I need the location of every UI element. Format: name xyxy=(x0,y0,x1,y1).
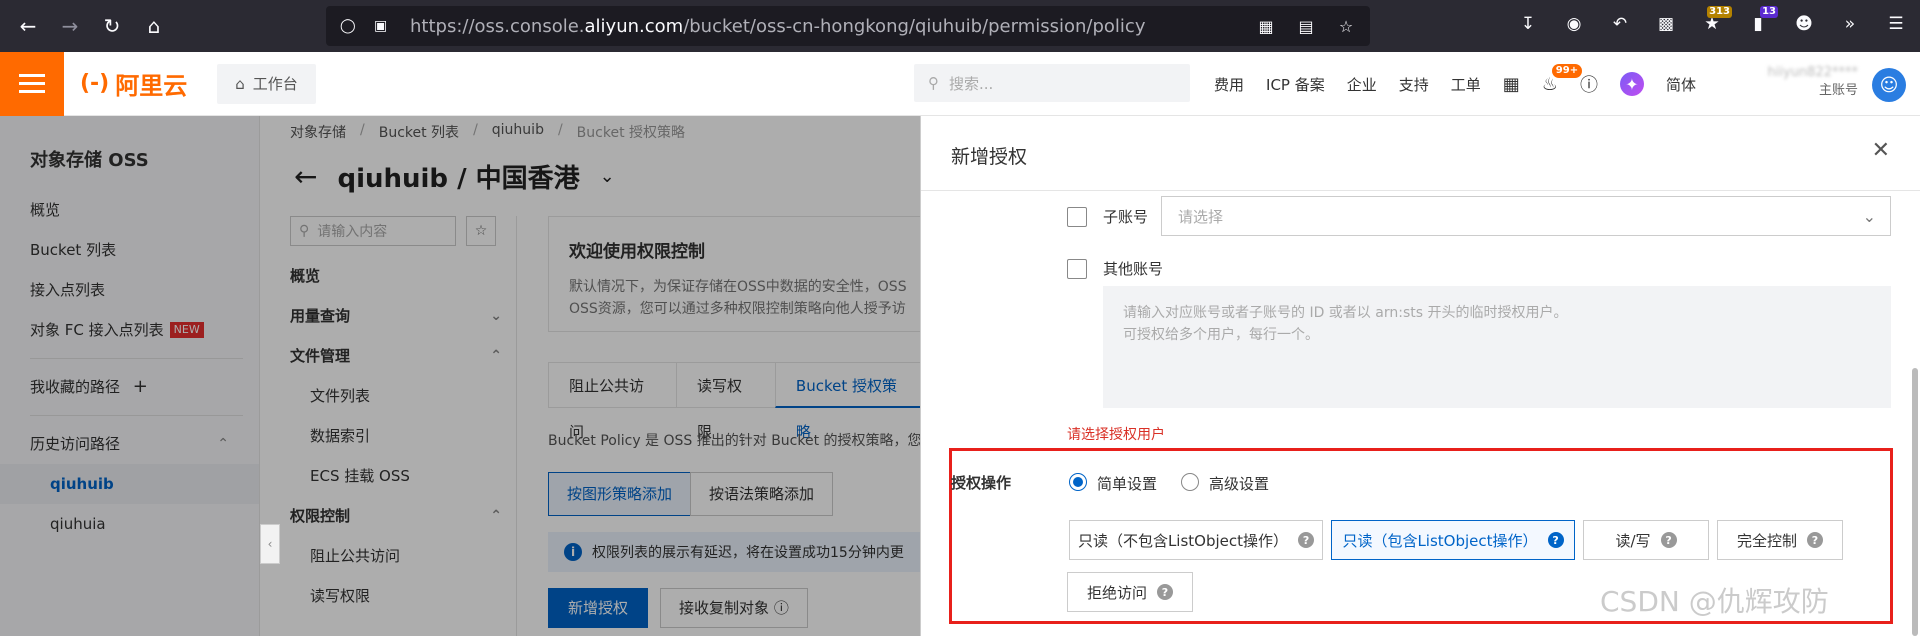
back-icon[interactable]: ← xyxy=(14,12,42,40)
forward-icon[interactable]: → xyxy=(56,12,84,40)
error-message: 请选择授权用户 xyxy=(1067,427,1165,443)
sub-account-label: 子账号 xyxy=(1103,208,1149,226)
console-header: (-) 阿里云 ⌂ 工作台 ⚲ 搜索... 费用 ICP 备案 企业 支持 工单… xyxy=(0,51,1920,116)
collapse-sidebar-icon[interactable]: ‹ xyxy=(260,524,280,564)
header-link-ticket[interactable]: 工单 xyxy=(1451,74,1481,95)
shield-icon[interactable]: ◯ xyxy=(340,18,358,34)
url-text[interactable]: https://oss.console.aliyun.com/bucket/os… xyxy=(410,16,1145,37)
language-switch[interactable]: 简体 xyxy=(1666,74,1696,95)
option-deny-access[interactable]: 拒绝访问? xyxy=(1067,572,1193,612)
notification-badge: 99+ xyxy=(1551,63,1583,78)
option-read-write[interactable]: 读/写? xyxy=(1583,520,1709,560)
reader-view-icon[interactable]: ▤ xyxy=(1296,16,1316,36)
sub-account-checkbox[interactable] xyxy=(1067,207,1087,227)
qr-code-icon[interactable]: ▦ xyxy=(1256,16,1276,36)
watermark: CSDN @仇辉攻防 xyxy=(1600,585,1829,618)
help-icon[interactable]: ? xyxy=(1298,532,1315,548)
help-icon[interactable]: ? xyxy=(1547,532,1564,548)
header-link-billing[interactable]: 费用 xyxy=(1214,74,1244,95)
home-icon[interactable]: ⌂ xyxy=(140,12,168,40)
browser-toolbar: ← → ↻ ⌂ ◯ ▣ https://oss.console.aliyun.c… xyxy=(0,0,1920,52)
account-info[interactable]: hiiyun822**** 主账号 xyxy=(1768,64,1858,100)
close-icon[interactable]: ✕ xyxy=(1872,138,1890,163)
account-name: hiiyun822**** xyxy=(1767,65,1858,80)
console-search-input[interactable]: ⚲ 搜索... xyxy=(914,64,1190,102)
home-icon: ⌂ xyxy=(235,74,245,93)
bell-icon[interactable]: ♨ 99+ xyxy=(1542,63,1583,95)
divider xyxy=(921,190,1920,191)
advanced-setting-label[interactable]: 高级设置 xyxy=(1209,473,1269,494)
ai-assistant-icon[interactable]: ✦ xyxy=(1619,72,1644,96)
option-full-control[interactable]: 完全控制? xyxy=(1717,520,1843,560)
terminal-icon[interactable]: ▦ xyxy=(1503,74,1520,95)
other-account-textarea[interactable]: 请输入对应账号或者子账号的 ID 或者以 arn:sts 开头的临时授权用户。 … xyxy=(1103,286,1891,408)
help-icon[interactable]: ⓘ xyxy=(1580,71,1598,97)
sub-account-select[interactable]: 请选择 ⌄ xyxy=(1161,196,1891,236)
option-readonly-with-list[interactable]: 只读（包含ListObject操作）? xyxy=(1331,520,1575,560)
modal-overlay[interactable] xyxy=(0,116,920,636)
workbench-button[interactable]: ⌂ 工作台 xyxy=(217,63,316,104)
lock-icon[interactable]: ▣ xyxy=(374,18,392,34)
hamburger-menu-icon[interactable]: ☰ xyxy=(1884,12,1908,36)
simple-setting-label[interactable]: 简单设置 xyxy=(1097,473,1157,494)
option-readonly-no-list[interactable]: 只读（不包含ListObject操作）? xyxy=(1069,520,1323,560)
extension-bookmark-icon[interactable]: ▮ 13 xyxy=(1746,6,1778,36)
extensions-icon[interactable]: ▩ xyxy=(1654,12,1678,36)
aliyun-logo[interactable]: (-) 阿里云 xyxy=(80,66,187,101)
drawer-scrollbar[interactable] xyxy=(1912,368,1918,636)
header-link-support[interactable]: 支持 xyxy=(1399,74,1429,95)
menu-icon[interactable] xyxy=(0,51,64,116)
mask-icon[interactable]: ☻ xyxy=(1792,12,1816,36)
header-link-icp[interactable]: ICP 备案 xyxy=(1266,74,1325,95)
grammarly-icon[interactable]: ◉ xyxy=(1562,12,1586,36)
advanced-setting-radio[interactable] xyxy=(1181,473,1199,491)
avatar[interactable]: ☺ xyxy=(1872,68,1906,102)
search-icon: ⚲ xyxy=(928,74,939,92)
overflow-chevrons-icon[interactable]: » xyxy=(1838,12,1862,36)
other-account-label: 其他账号 xyxy=(1103,260,1164,278)
header-link-enterprise[interactable]: 企业 xyxy=(1347,74,1377,95)
reload-icon[interactable]: ↻ xyxy=(98,12,126,40)
extension-badge: 313 xyxy=(1707,6,1732,18)
aliyun-logo-icon: (-) xyxy=(80,71,110,96)
authorization-operation-label: 授权操作 xyxy=(951,474,1012,492)
help-icon[interactable]: ? xyxy=(1807,532,1823,548)
undo-icon[interactable]: ↶ xyxy=(1608,12,1632,36)
downloads-icon[interactable]: ↧ xyxy=(1516,12,1540,36)
extension-shield-icon[interactable]: ★ 313 xyxy=(1700,6,1732,36)
help-icon[interactable]: ? xyxy=(1660,532,1677,548)
chevron-down-icon: ⌄ xyxy=(1862,207,1876,226)
help-icon[interactable]: ? xyxy=(1157,584,1173,600)
address-bar[interactable]: ◯ ▣ https://oss.console.aliyun.com/bucke… xyxy=(326,6,1370,46)
simple-setting-radio[interactable] xyxy=(1069,473,1087,491)
bookmark-star-icon[interactable]: ☆ xyxy=(1336,16,1356,36)
account-role: 主账号 xyxy=(1818,83,1858,98)
extension-badge: 13 xyxy=(1760,6,1778,18)
drawer-title: 新增授权 xyxy=(951,146,1028,168)
add-authorization-drawer: 新增授权 ✕ 子账号 请选择 ⌄ 其他账号 请输入对应账号或者子账号的 ID 或… xyxy=(920,116,1920,636)
other-account-checkbox[interactable] xyxy=(1067,259,1087,279)
